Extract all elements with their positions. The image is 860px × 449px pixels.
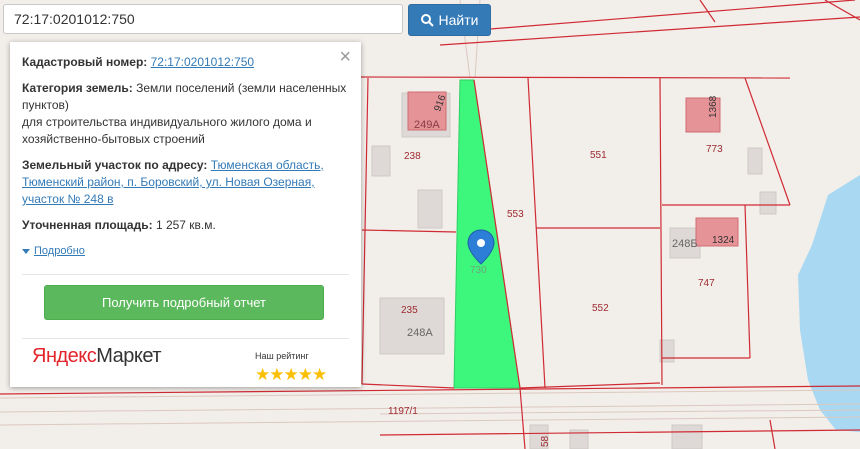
map-label-249a: 249А (414, 119, 440, 131)
area-label: Уточненная площадь: (22, 218, 153, 232)
cadastral-number-link[interactable]: 72:17:0201012:750 (151, 55, 254, 69)
map-label-1197-1: 1197/1 (388, 406, 418, 417)
map-label-248a: 248А (407, 327, 433, 339)
caret-down-icon (22, 249, 30, 254)
search-input[interactable] (3, 4, 403, 34)
area-value: 1 257 кв.м. (155, 218, 216, 232)
map-label-248b: 248Б (672, 238, 698, 250)
search-button[interactable]: Найти (408, 4, 491, 36)
cadastral-number-row: Кадастровый номер: 72:17:0201012:750 (22, 54, 349, 71)
market-logo-text: Маркет (96, 345, 161, 367)
yandex-market-logo[interactable]: ЯндексМаркет (32, 345, 161, 367)
map-label-730: 730 (470, 265, 487, 276)
parcel-info-panel: × Кадастровый номер: 72:17:0201012:750 К… (10, 42, 361, 387)
map-label-553: 553 (507, 209, 524, 220)
land-category-row: Категория земель: Земли поселений (земли… (22, 80, 349, 148)
divider (22, 338, 349, 339)
map-label-773: 773 (706, 144, 723, 155)
map-label-747: 747 (698, 278, 715, 289)
map-label-552: 552 (592, 303, 609, 314)
get-report-button[interactable]: Получить подробный отчет (44, 285, 324, 320)
address-row: Земельный участок по адресу: Тюменская о… (22, 157, 349, 208)
star-rating-icon: ★★★★★ (255, 365, 327, 384)
details-toggle[interactable]: Подробно (22, 243, 349, 260)
land-purpose: для строительства индивидуального жилого… (22, 115, 312, 146)
address-label: Земельный участок по адресу: (22, 158, 208, 172)
yandex-logo-text: Яндекс (32, 345, 97, 367)
cadastral-number-label: Кадастровый номер: (22, 55, 148, 69)
map-label-1368: 1368 (708, 95, 719, 118)
land-category-label: Категория земель: (22, 81, 133, 95)
map-label-235: 235 (401, 305, 418, 316)
divider (22, 274, 349, 275)
map-label-551: 551 (590, 150, 607, 161)
close-icon[interactable]: × (339, 47, 351, 67)
map-label-1324: 1324 (712, 235, 735, 246)
area-row: Уточненная площадь: 1 257 кв.м. (22, 217, 349, 234)
rating-label: Наш рейтинг (255, 351, 309, 361)
search-icon (420, 13, 434, 27)
rating-badge[interactable]: Наш рейтинг ★★★★★ (255, 348, 327, 384)
details-toggle-label: Подробно (34, 245, 85, 257)
map-label-58: 58 (540, 435, 551, 447)
map-label-238: 238 (404, 151, 421, 162)
search-button-label: Найти (438, 12, 479, 28)
